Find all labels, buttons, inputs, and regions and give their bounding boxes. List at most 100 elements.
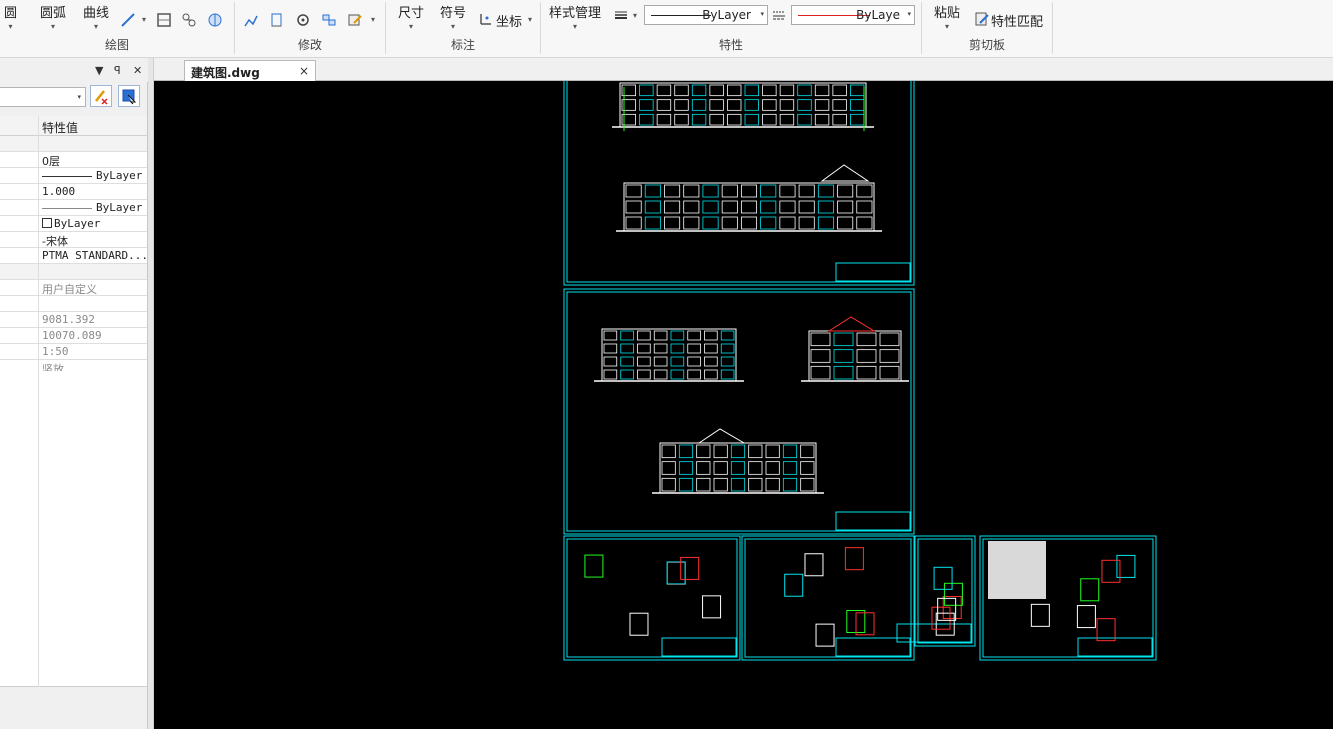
window (834, 366, 853, 379)
property-row[interactable]: 1.000 (0, 184, 147, 200)
match-properties-icon[interactable] (974, 11, 990, 27)
hatch-icon[interactable] (156, 12, 172, 28)
chevron-down-icon[interactable]: ▾ (371, 15, 375, 24)
window (818, 201, 833, 213)
stretch-icon[interactable] (243, 12, 259, 28)
property-row[interactable]: 0层 (0, 152, 147, 168)
coordinate-button[interactable]: 坐标 (496, 11, 522, 30)
window (745, 100, 759, 111)
window (657, 100, 671, 111)
close-icon[interactable]: × (299, 64, 309, 78)
window (722, 201, 737, 213)
window (731, 445, 744, 458)
drawing-canvas[interactable] (154, 81, 1333, 729)
user-defined-value: 用户自定义 (42, 281, 97, 297)
window (815, 114, 829, 125)
linetype-scale-icon[interactable] (771, 7, 787, 23)
window (721, 344, 734, 353)
window (761, 217, 776, 229)
arc-button[interactable]: 圆弧 ▾ (40, 2, 66, 31)
region-icon[interactable] (181, 12, 197, 28)
window (604, 344, 617, 353)
window (684, 217, 699, 229)
object-type-select[interactable]: ▾ (0, 87, 86, 107)
array-icon[interactable] (321, 12, 337, 28)
property-row[interactable] (0, 264, 147, 280)
scale-icon[interactable] (269, 12, 285, 28)
rotate-icon[interactable] (295, 12, 311, 28)
window (710, 114, 724, 125)
pin-icon[interactable]: ꟼ (114, 64, 121, 77)
title-block (836, 512, 910, 530)
symbol-button[interactable]: 符号 ▾ (440, 2, 466, 31)
property-row[interactable]: 10070.089 (0, 328, 147, 344)
linetype-scale-value: 1.000 (42, 185, 75, 198)
window (705, 344, 718, 353)
style-manager-button[interactable]: 样式管理 ▾ (549, 2, 601, 31)
circle-label: 圆 (4, 6, 17, 21)
window (857, 333, 876, 346)
window (654, 344, 667, 353)
ribbon-group-modify: ▾ 修改 (235, 0, 385, 58)
title-block (662, 638, 736, 656)
property-row[interactable]: ByLayer (0, 200, 147, 216)
paste-button[interactable]: 粘贴 ▾ (934, 2, 960, 31)
property-row[interactable] (0, 136, 147, 152)
window (761, 185, 776, 197)
window (679, 462, 692, 475)
property-row[interactable]: -宋体 (0, 232, 147, 248)
circle-button[interactable]: 圆 ▾ (4, 2, 17, 31)
window (721, 370, 734, 379)
window (811, 333, 830, 346)
window (727, 85, 741, 96)
chevron-down-icon[interactable]: ▼ (95, 64, 103, 77)
symbol-label: 符号 (440, 6, 466, 21)
sheet-frame (564, 289, 914, 534)
window (654, 331, 667, 340)
window (692, 100, 706, 111)
window (621, 344, 634, 353)
window (654, 357, 667, 366)
lineweight-icon[interactable] (613, 7, 629, 23)
window (697, 478, 710, 491)
window (857, 185, 872, 197)
coordinate-icon[interactable] (478, 11, 494, 27)
close-icon[interactable]: ✕ (133, 64, 142, 77)
chevron-down-icon[interactable]: ▾ (142, 15, 146, 24)
window (640, 114, 654, 125)
detail-block (785, 574, 803, 596)
detail-block (667, 562, 685, 584)
scale-value: 1:50 (42, 345, 69, 358)
dimension-button[interactable]: 尺寸 ▾ (398, 2, 424, 31)
window (714, 445, 727, 458)
window (688, 331, 701, 340)
linetype-dropdown[interactable]: ByLayer ▾ (644, 5, 768, 25)
window (818, 217, 833, 229)
window (684, 185, 699, 197)
property-row[interactable]: 9081.392 (0, 312, 147, 328)
draw-group-label: 绘图 (0, 36, 234, 53)
tab-drawing[interactable]: 建筑图.dwg × (184, 60, 316, 81)
window (640, 85, 654, 96)
property-row[interactable]: 用户自定义 (0, 280, 147, 296)
match-properties-button[interactable]: 特性匹配 (991, 11, 1043, 30)
chevron-down-icon[interactable]: ▾ (528, 15, 532, 24)
property-row[interactable]: 1:50 (0, 344, 147, 360)
window (705, 370, 718, 379)
detail-block (585, 555, 603, 577)
property-row[interactable]: PTMA STANDARD... (0, 248, 147, 264)
polyline-button[interactable]: 曲线 ▾ (83, 2, 109, 31)
line-icon[interactable] (120, 12, 136, 28)
window (880, 333, 899, 346)
property-row[interactable] (0, 296, 147, 312)
property-row[interactable]: ByLayer (0, 168, 147, 184)
property-row[interactable]: ByLayer (0, 216, 147, 232)
lineweight-preview (42, 208, 92, 209)
edit-icon[interactable] (347, 12, 363, 28)
color-dropdown[interactable]: ByLayе ▾ (791, 5, 915, 25)
select-objects-button[interactable] (118, 85, 140, 107)
quick-select-button[interactable] (90, 85, 112, 107)
chevron-down-icon[interactable]: ▾ (633, 11, 637, 20)
roof (699, 429, 744, 443)
boundary-icon[interactable] (207, 12, 223, 28)
